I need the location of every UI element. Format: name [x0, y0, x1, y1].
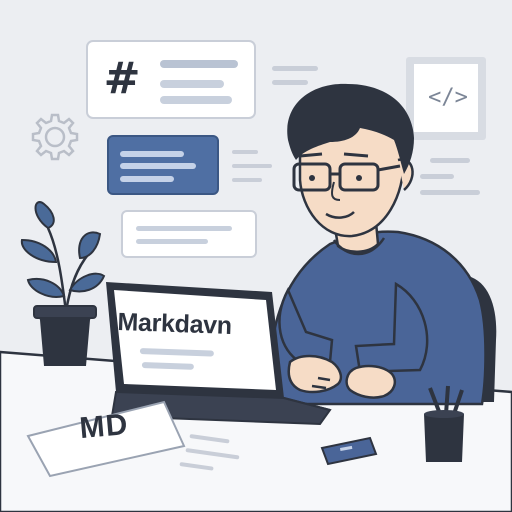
float-line [232, 150, 258, 154]
illustration-scene: # </> Markdavn MD [0, 0, 512, 512]
gear-icon [31, 113, 79, 161]
float-line [430, 158, 470, 163]
float-line [232, 178, 262, 182]
float-line [420, 190, 480, 195]
md-paper-label: MD [78, 407, 130, 446]
float-line [272, 66, 318, 71]
white-text-card [121, 210, 257, 258]
blue-text-card [107, 135, 219, 195]
laptop-screen-title: Markdavn [117, 308, 233, 340]
code-icon: </> [428, 85, 468, 110]
float-line [420, 174, 454, 179]
plant-icon [20, 201, 106, 366]
hash-icon: # [103, 53, 141, 104]
float-line [272, 80, 308, 85]
float-line [232, 164, 272, 168]
